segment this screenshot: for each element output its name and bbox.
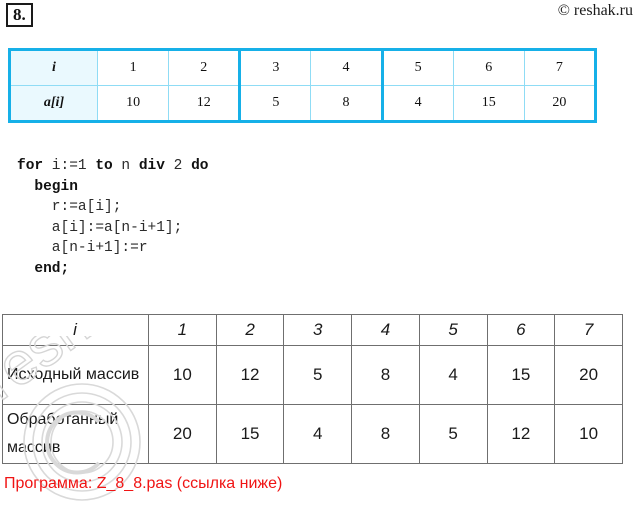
table-row: a[i] 10 12 5 8 4 15 20 <box>9 85 597 122</box>
array-index-cell: 7 <box>523 49 597 86</box>
result-value-cell: 15 <box>215 404 285 464</box>
array-value-cell: 8 <box>310 85 383 122</box>
result-table-container: i 1 2 3 4 5 6 7 Исходный массив 10 12 5 … <box>2 314 623 464</box>
table-row: i 1 2 3 4 5 6 7 <box>9 49 597 86</box>
result-value-cell: 5 <box>283 345 353 405</box>
result-header-cell: 5 <box>418 314 488 346</box>
result-value-cell: 12 <box>486 404 556 464</box>
result-value-cell: 4 <box>283 404 353 464</box>
result-value-cell: 20 <box>554 345 623 405</box>
array-value-cell: 4 <box>380 85 454 122</box>
pascal-code-listing: for i:=1 to n div 2 do begin r:=a[i]; a[… <box>17 158 209 277</box>
task-number-badge: 8. <box>6 3 33 27</box>
array-index-cell: 5 <box>380 49 454 86</box>
array-value-cell: 10 <box>96 85 170 122</box>
result-header-cell: 3 <box>283 314 353 346</box>
array-index-cell: 2 <box>168 49 241 86</box>
copyright-watermark-top: © reshak.ru <box>557 2 633 19</box>
result-value-cell: 8 <box>351 404 420 464</box>
result-header-cell: 2 <box>215 314 285 346</box>
table-header-row: i 1 2 3 4 5 6 7 <box>2 314 623 346</box>
array-table-row-label-i: i <box>9 49 98 86</box>
result-header-cell: 7 <box>554 314 623 346</box>
table-row: Обработанный массив 20 15 4 8 5 12 10 <box>2 404 623 464</box>
result-header-cell: 6 <box>486 314 556 346</box>
result-value-cell: 12 <box>215 345 285 405</box>
result-value-cell: 10 <box>554 404 623 464</box>
program-link-note[interactable]: Программа: Z_8_8.pas (ссылка ниже) <box>4 475 282 493</box>
array-table-row-label-ai: a[i] <box>9 85 98 122</box>
result-value-cell: 4 <box>418 345 488 405</box>
result-value-cell: 10 <box>148 345 217 405</box>
array-value-cell: 15 <box>452 85 525 122</box>
array-table-container: i 1 2 3 4 5 6 7 a[i] 10 12 5 8 4 15 20 <box>8 48 597 123</box>
result-table: i 1 2 3 4 5 6 7 Исходный массив 10 12 5 … <box>2 314 623 464</box>
array-index-cell: 6 <box>452 49 525 86</box>
result-value-cell: 20 <box>148 404 217 464</box>
array-index-cell: 1 <box>96 49 170 86</box>
result-row-label-processed: Обработанный массив <box>2 404 149 464</box>
array-value-cell: 5 <box>238 85 312 122</box>
table-row: Исходный массив 10 12 5 8 4 15 20 <box>2 345 623 405</box>
array-index-cell: 3 <box>238 49 312 86</box>
array-table: i 1 2 3 4 5 6 7 a[i] 10 12 5 8 4 15 20 <box>8 48 597 123</box>
result-value-cell: 5 <box>418 404 488 464</box>
array-value-cell: 12 <box>168 85 241 122</box>
array-value-cell: 20 <box>523 85 597 122</box>
result-table-corner-label: i <box>2 314 149 346</box>
array-index-cell: 4 <box>310 49 383 86</box>
result-header-cell: 4 <box>351 314 420 346</box>
result-value-cell: 15 <box>486 345 556 405</box>
result-header-cell: 1 <box>148 314 217 346</box>
result-row-label-original: Исходный массив <box>2 345 149 405</box>
result-value-cell: 8 <box>351 345 420 405</box>
